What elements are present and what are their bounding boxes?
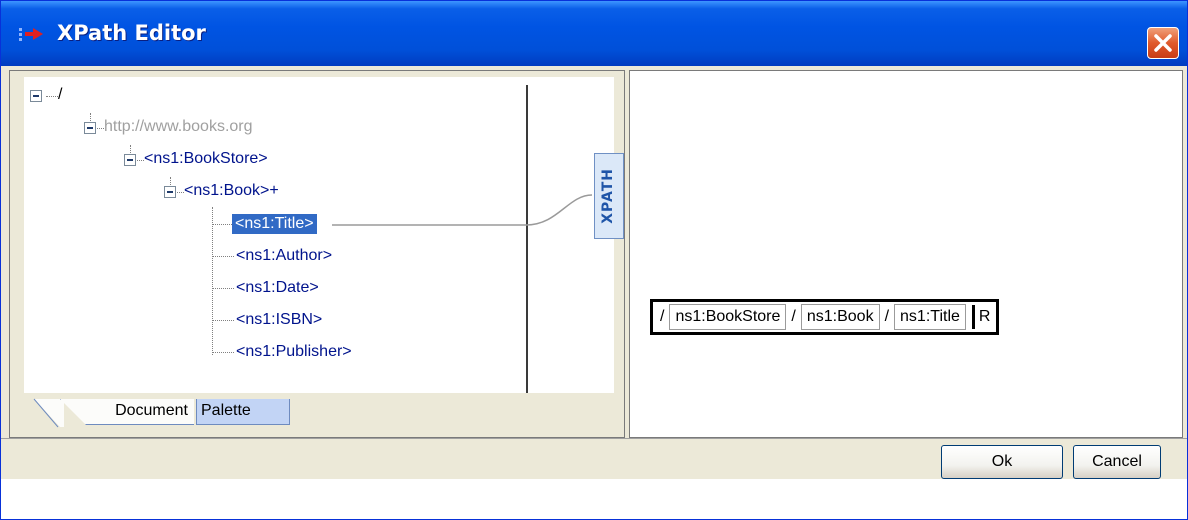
button-bar: Ok Cancel (1, 438, 1187, 479)
ok-button[interactable]: Ok (941, 445, 1063, 479)
xpath-expression[interactable]: / ns1:BookStore / ns1:Book / ns1:Title R (650, 299, 1000, 335)
tab-strip: Document Palette (24, 397, 620, 431)
tree-connector (212, 207, 213, 355)
xpath-label-text: XPATH (600, 168, 616, 224)
xpath-tab-label[interactable]: XPATH (594, 153, 624, 239)
xpath-editor-window: XPath Editor / http://www.books.org <ns1… (0, 0, 1188, 520)
tree-node-book[interactable]: <ns1:Book>+ (184, 181, 279, 201)
tree-node-root[interactable]: / (58, 85, 62, 105)
path-segment-bookstore[interactable]: ns1:BookStore (669, 304, 787, 330)
tree-node-publisher[interactable]: <ns1:Publisher> (236, 342, 352, 362)
xpath-panel: / ns1:BookStore / ns1:Book / ns1:Title R (629, 70, 1183, 438)
document-panel: / http://www.books.org <ns1:BookStore> <… (9, 70, 625, 438)
document-tree[interactable]: / http://www.books.org <ns1:BookStore> <… (24, 77, 614, 393)
close-icon (1154, 34, 1172, 52)
tree-connector (46, 96, 58, 97)
tree-connector (212, 288, 234, 289)
path-separator: / (660, 308, 665, 325)
path-separator: / (884, 308, 890, 325)
status-area (1, 479, 1187, 519)
tab-document[interactable]: Document (60, 399, 194, 425)
tree-node-namespace[interactable]: http://www.books.org (104, 117, 253, 137)
tree-node-title[interactable]: <ns1:Title> (232, 214, 317, 234)
tree-node-bookstore[interactable]: <ns1:BookStore> (144, 149, 268, 169)
collapse-toggle-icon[interactable] (30, 90, 42, 102)
collapse-toggle-icon[interactable] (84, 122, 96, 134)
collapse-toggle-icon[interactable] (124, 154, 136, 166)
xpath-app-icon (19, 28, 43, 41)
editor-content: / http://www.books.org <ns1:BookStore> <… (9, 70, 1183, 438)
tree-node-author[interactable]: <ns1:Author> (236, 246, 332, 266)
close-button[interactable] (1147, 27, 1179, 59)
tree-connector (212, 256, 234, 257)
tree-connector (212, 320, 234, 321)
tree-connector (212, 352, 234, 353)
collapse-toggle-icon[interactable] (164, 186, 176, 198)
tab-palette[interactable]: Palette (196, 399, 290, 425)
window-title: XPath Editor (57, 21, 206, 45)
path-segment-title[interactable]: ns1:Title (894, 304, 966, 330)
tree-connector (212, 224, 234, 225)
tree-node-date[interactable]: <ns1:Date> (236, 278, 319, 298)
tab-edge (33, 398, 64, 428)
pane-divider[interactable] (526, 85, 528, 393)
path-segment-book[interactable]: ns1:Book (800, 304, 880, 330)
path-separator: / (791, 308, 796, 325)
title-bar[interactable]: XPath Editor (1, 1, 1187, 66)
tree-node-isbn[interactable]: <ns1:ISBN> (236, 310, 322, 330)
cancel-button[interactable]: Cancel (1073, 445, 1161, 479)
path-suffix[interactable]: R (971, 305, 995, 329)
